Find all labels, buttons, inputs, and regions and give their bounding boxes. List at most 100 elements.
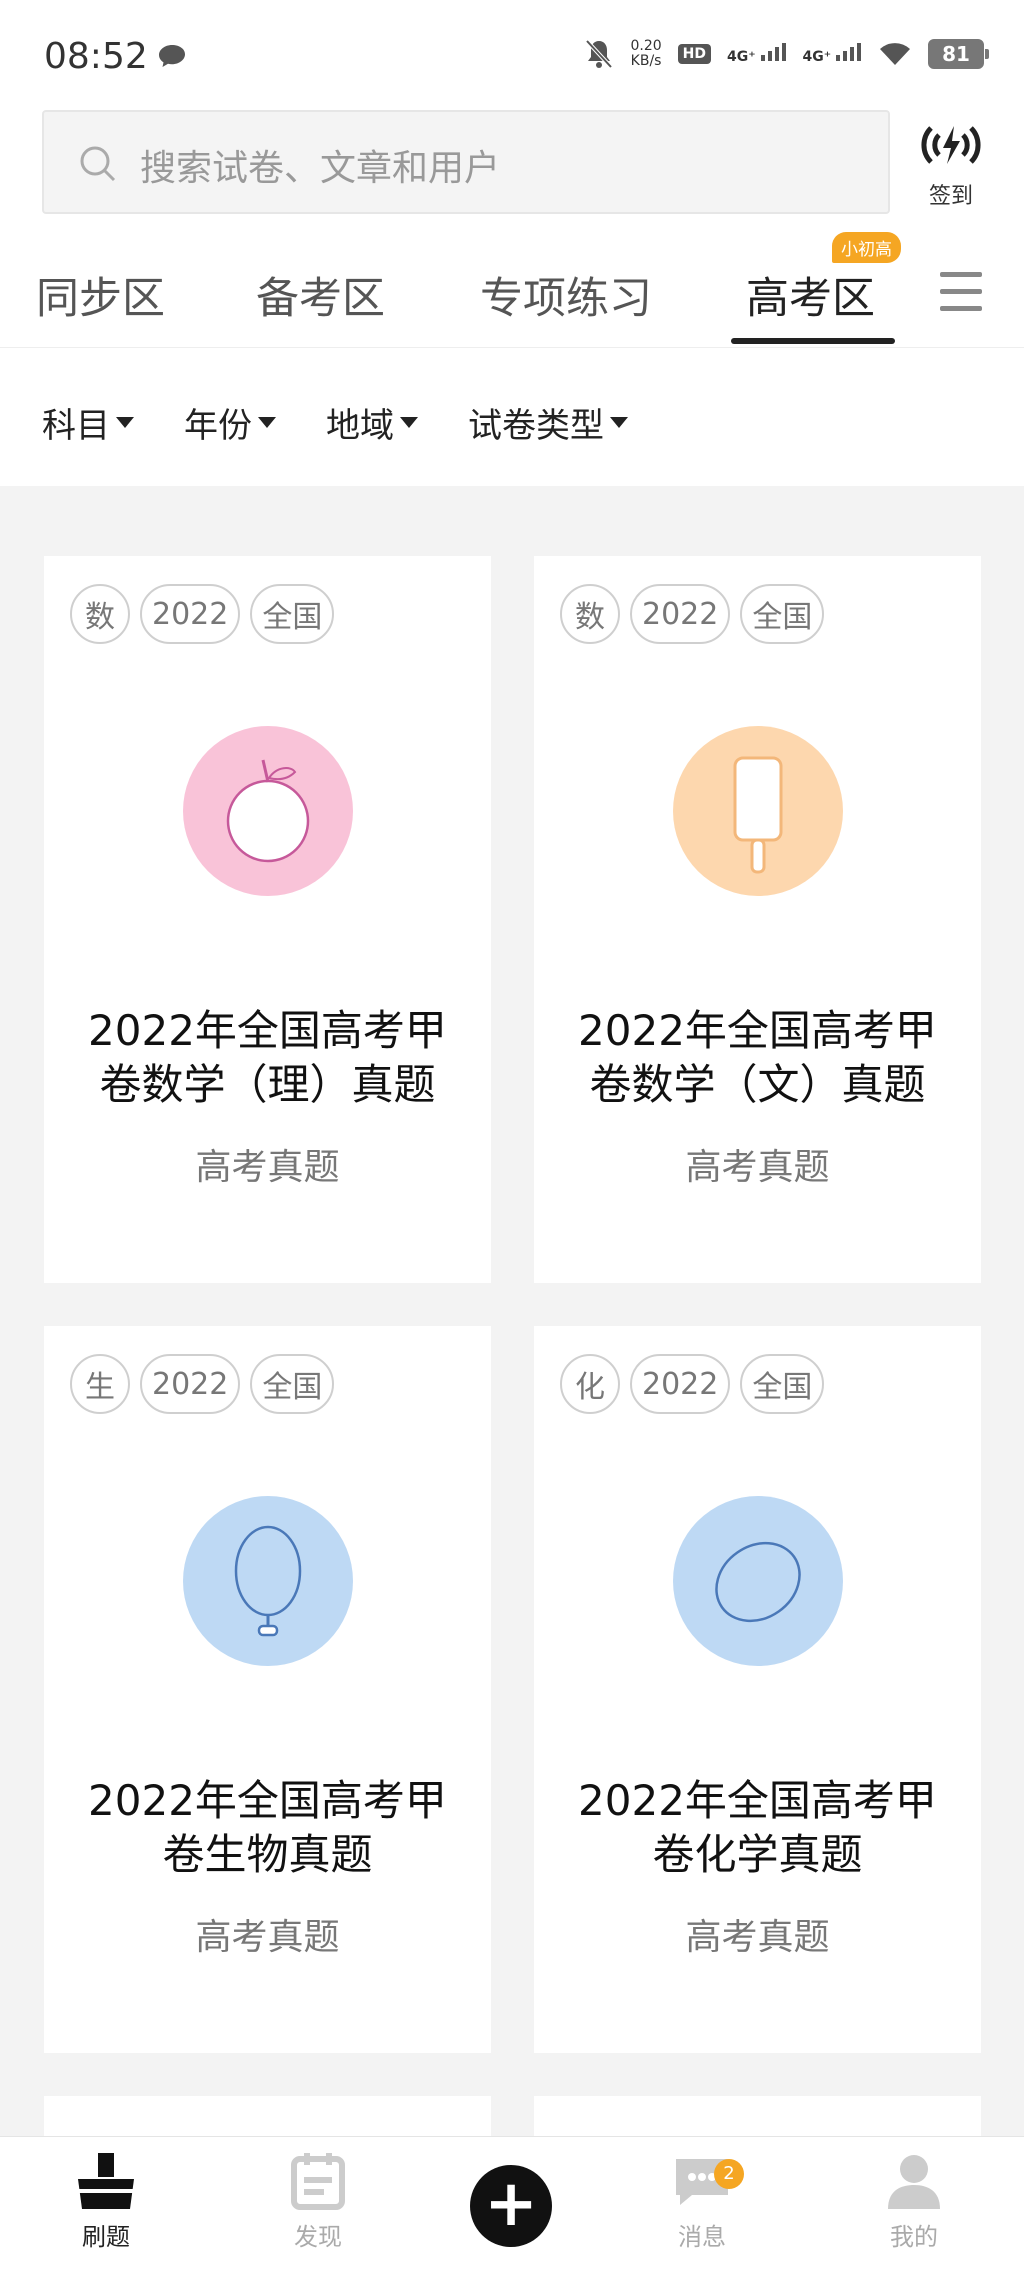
status-bar: 08:52 0.20 KB/s HD 4G⁺ 4G⁺ 81 [0,0,1024,110]
card-title-line2: 卷数学（文）真题 [589,1060,926,1109]
broadcast-lightning-icon [921,126,981,164]
signal-bars-icon [760,43,786,61]
card-title-line2: 卷生物真题 [162,1830,373,1879]
filter-paper-type[interactable]: 试卷类型 [468,398,628,447]
paper-card-partial[interactable] [44,2096,491,2136]
nav-messages[interactable]: 2 消息 [642,2149,762,2252]
card-title-line1: 2022年全国高考甲 [578,1006,937,1055]
tag-region: 全国 [250,1354,335,1414]
menu-icon[interactable] [940,272,982,314]
filter-paper-type-label: 试卷类型 [468,406,604,446]
paper-card[interactable]: 数 2022 全国 2022年全国高考甲 卷数学（文）真题 高考真题 [534,556,981,1283]
signal-2-label: 4G⁺ [802,49,832,65]
tab-gaokao[interactable]: 高考区 [746,264,875,326]
network-speed: 0.20 KB/s [630,39,661,69]
filter-region-label: 地域 [326,406,394,446]
card-tags: 生 2022 全国 [70,1354,335,1414]
tag-subject: 数 [70,584,130,644]
tag-region: 全国 [250,584,335,644]
tag-region: 全国 [740,1354,825,1414]
net-speed-unit: KB/s [630,53,662,69]
signin-label: 签到 [928,184,973,209]
card-title: 2022年全国高考甲 卷数学（理）真题 [64,1004,471,1112]
calendar-icon [291,2153,345,2210]
popsicle-icon [673,726,843,896]
tag-year: 2022 [630,584,731,644]
card-tags: 数 2022 全国 [560,584,825,644]
card-tags: 数 2022 全国 [70,584,335,644]
dropdown-arrow-icon [116,417,134,428]
filter-bar: 科目 年份 地域 试卷类型 [0,348,1024,486]
mute-bell-icon [586,39,613,69]
top-bar: 搜索试卷、文章和用户 签到 [0,110,1024,230]
filter-subject-label: 科目 [42,406,110,446]
signal-1: 4G⁺ [727,43,787,65]
nav-discover[interactable]: 发现 [258,2149,378,2252]
nav-practice-label: 刷题 [82,2223,130,2251]
hd-badge: HD [677,44,711,64]
tag-subject: 生 [70,1354,130,1414]
card-subtitle: 高考真题 [685,1917,830,1958]
card-subtitle: 高考真题 [685,1147,830,1188]
tag-subject: 化 [560,1354,620,1414]
active-tab-indicator [731,338,895,344]
chat-notification-icon [159,45,185,67]
signal-2: 4G⁺ [803,43,863,65]
card-title-line1: 2022年全国高考甲 [578,1776,937,1825]
add-button[interactable]: + [470,2165,552,2247]
dropdown-arrow-icon [400,417,418,428]
battery-indicator: 81 [928,39,989,69]
search-input[interactable]: 搜索试卷、文章和用户 [42,110,890,214]
tab-exam-prep[interactable]: 备考区 [256,264,385,326]
dropdown-arrow-icon [258,417,276,428]
tab-special-practice[interactable]: 专项练习 [480,264,652,326]
filter-year-label: 年份 [184,406,252,446]
brush-icon [78,2153,134,2209]
search-placeholder: 搜索试卷、文章和用户 [140,148,501,189]
card-tags: 化 2022 全国 [560,1354,825,1414]
card-title-line2: 卷化学真题 [652,1830,863,1879]
signal-1-label: 4G⁺ [727,49,756,65]
net-speed-value: 0.20 [630,38,662,54]
card-title-line1: 2022年全国高考甲 [88,1006,447,1055]
card-title: 2022年全国高考甲 卷数学（文）真题 [554,1004,961,1112]
card-subtitle: 高考真题 [195,1917,340,1958]
paper-card[interactable]: 化 2022 全国 2022年全国高考甲 卷化学真题 高考真题 [534,1326,981,2053]
card-title-line2: 卷数学（理）真题 [99,1060,436,1109]
card-title: 2022年全国高考甲 卷化学真题 [554,1774,961,1882]
nav-profile[interactable]: 我的 [854,2149,974,2252]
signal-bars-icon [836,43,861,61]
tag-region: 全国 [740,584,825,644]
paper-card[interactable]: 生 2022 全国 2022年全国高考甲 卷生物真题 高考真题 [44,1326,491,2053]
status-indicators: 0.20 KB/s HD 4G⁺ 4G⁺ 81 [584,38,989,70]
paper-card[interactable]: 数 2022 全国 2022年全国高考甲 卷数学（理）真题 高考真题 [44,556,491,1283]
wifi-icon [880,43,910,65]
nav-messages-label: 消息 [678,2223,726,2251]
nav-profile-label: 我的 [890,2223,938,2251]
nav-discover-label: 发现 [294,2223,342,2251]
status-time: 08:52 [44,36,148,77]
egg-icon [673,1496,843,1666]
nav-practice[interactable]: 刷题 [46,2149,166,2252]
card-subtitle: 高考真题 [195,1147,340,1188]
bottom-navigation: 刷题 发现 + 2 消息 我的 [0,2136,1024,2276]
filter-year[interactable]: 年份 [184,398,276,447]
tag-subject: 数 [560,584,620,644]
paper-card-partial[interactable] [534,2096,981,2136]
user-icon [888,2155,940,2209]
tab-badge: 小初高 [832,232,901,263]
tab-sync[interactable]: 同步区 [36,264,165,326]
category-tabs: 同步区 备考区 专项练习 高考区 小初高 [0,230,1024,348]
balloon-icon [183,1496,353,1666]
dropdown-arrow-icon [610,417,628,428]
card-title-line1: 2022年全国高考甲 [88,1776,447,1825]
tag-year: 2022 [140,1354,241,1414]
card-title: 2022年全国高考甲 卷生物真题 [64,1774,471,1882]
search-icon [80,146,116,182]
filter-region[interactable]: 地域 [326,398,418,447]
filter-subject[interactable]: 科目 [42,398,134,447]
messages-badge: 2 [714,2159,744,2189]
signin-button[interactable]: 签到 [906,120,996,210]
tag-year: 2022 [140,584,241,644]
tag-year: 2022 [630,1354,731,1414]
